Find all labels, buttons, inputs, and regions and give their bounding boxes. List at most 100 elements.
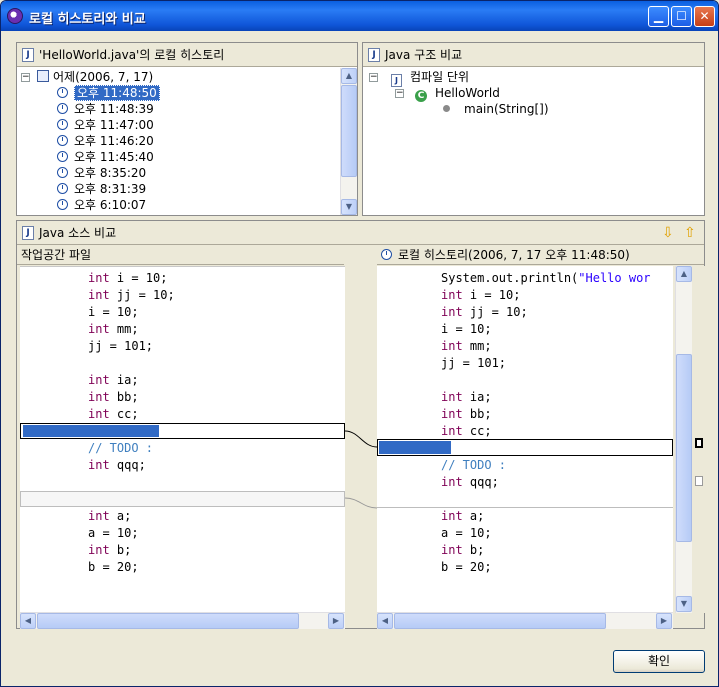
method-node[interactable]: main(String[]) (443, 101, 549, 117)
code-comment: // TODO : (441, 458, 507, 472)
ok-button[interactable]: 확인 (613, 650, 705, 673)
history-entry-2[interactable]: 오후 11:47:00 (57, 117, 154, 133)
collapse-icon[interactable]: − (21, 73, 30, 82)
scroll-thumb[interactable] (676, 354, 692, 542)
history-entry-6[interactable]: 오후 8:31:39 (57, 181, 146, 197)
scroll-down-icon[interactable]: ▼ (341, 199, 357, 215)
clock-icon (57, 199, 68, 210)
code-line: int ia; (88, 373, 139, 387)
scroll-up-icon[interactable]: ▲ (676, 266, 692, 282)
scroll-right-icon[interactable]: ▶ (328, 613, 344, 629)
code-line: int i = 10; (88, 271, 168, 285)
history-entry-label: 오후 11:46:20 (74, 134, 154, 148)
compilation-unit-label: 컴파일 단위 (410, 70, 470, 84)
scroll-thumb[interactable] (394, 613, 606, 629)
scroll-down-icon[interactable]: ▼ (676, 596, 692, 612)
code-line: int jj = 10; (88, 288, 175, 302)
history-panel: J 'HelloWorld.java'의 로컬 히스토리 − 어제(2006, … (16, 42, 358, 216)
history-entry-3[interactable]: 오후 11:46:20 (57, 133, 154, 149)
scroll-right-icon[interactable]: ▶ (656, 613, 672, 629)
title-bar[interactable]: 로컬 히스토리와 비교 ▁ ☐ ✕ (1, 1, 718, 31)
scroll-left-icon[interactable]: ◀ (377, 613, 393, 629)
calendar-icon (37, 70, 49, 82)
diff-highlight (379, 441, 451, 454)
clock-icon (57, 119, 68, 130)
clock-icon (57, 135, 68, 146)
history-entry-label: 오후 11:45:40 (74, 150, 154, 164)
source-panel-header: J Java 소스 비교 ⇩ ⇧ (17, 221, 704, 245)
history-entry-7[interactable]: 오후 6:10:07 (57, 197, 146, 213)
previous-difference-icon[interactable]: ⇧ (684, 221, 696, 245)
structure-panel-header: J Java 구조 비교 (363, 43, 704, 67)
scroll-up-icon[interactable]: ▲ (341, 68, 357, 84)
maximize-button[interactable]: ☐ (671, 6, 692, 27)
code-line: int b; (441, 543, 485, 557)
right-hscrollbar[interactable]: ◀ ▶ (377, 612, 673, 629)
history-entry-5[interactable]: 오후 8:35:20 (57, 165, 146, 181)
clock-icon (57, 167, 68, 178)
change-marker[interactable] (695, 438, 703, 448)
code-line: int i = 10; (441, 288, 521, 302)
history-entry-label: 오후 8:35:20 (74, 166, 147, 180)
code-line: int jj = 10; (441, 305, 528, 319)
diff-change-block[interactable] (20, 423, 345, 439)
code-line: int mm; (88, 322, 139, 336)
right-vscrollbar[interactable]: ▲ ▼ (675, 266, 692, 613)
code-line: int a; (441, 509, 485, 523)
clock-icon (57, 151, 68, 162)
clock-icon (57, 87, 68, 98)
compare-dialog: 로컬 히스토리와 비교 ▁ ☐ ✕ J 'HelloWorld.java'의 로… (0, 0, 719, 687)
history-entry-label: 오후 8:31:39 (74, 182, 147, 196)
overview-ruler[interactable] (693, 266, 705, 613)
structure-tree[interactable]: − J 컴파일 단위 − C HelloWorld main(String[]) (363, 68, 704, 215)
scroll-thumb[interactable] (341, 85, 357, 177)
code-line: i = 10; (441, 322, 492, 336)
history-entry-4[interactable]: 오후 11:45:40 (57, 149, 154, 165)
code-line: int cc; (441, 424, 492, 438)
history-entry-label: 오후 11:48:50 (74, 85, 160, 101)
code-line: b = 20; (88, 560, 139, 574)
diff-highlight (23, 425, 159, 437)
diff-boundary (377, 507, 673, 508)
history-entry-0[interactable]: 오후 11:48:50 (57, 85, 160, 101)
left-hscrollbar[interactable]: ◀ ▶ (20, 612, 345, 629)
minimize-button[interactable]: ▁ (648, 6, 669, 27)
method-label: main(String[]) (464, 102, 549, 116)
diff-empty-block[interactable] (20, 491, 345, 507)
collapse-icon[interactable]: − (395, 89, 404, 98)
history-group-label: 어제(2006, 7, 17) (53, 70, 154, 84)
scroll-thumb[interactable] (37, 613, 299, 629)
left-code-editor[interactable]: int i = 10; int jj = 10; i = 10; int mm;… (20, 266, 345, 613)
history-tree[interactable]: − 어제(2006, 7, 17) 오후 11:48:50 오후 11:48:3… (17, 68, 357, 215)
code-line: int bb; (441, 407, 492, 421)
compilation-unit-node[interactable]: J 컴파일 단위 (391, 69, 470, 87)
diff-boundary (20, 266, 345, 267)
java-file-icon: J (22, 48, 34, 62)
diff-change-block[interactable] (377, 439, 673, 456)
collapse-icon[interactable]: − (369, 73, 378, 82)
right-code-editor[interactable]: System.out.println("Hello wor int i = 10… (377, 266, 673, 613)
change-marker[interactable] (695, 476, 703, 486)
class-node[interactable]: C HelloWorld (415, 85, 500, 102)
history-entry-label: 오후 11:47:00 (74, 118, 154, 132)
history-entry-label: 오후 11:48:39 (74, 102, 154, 116)
left-pane-title: 작업공간 파일 (21, 248, 92, 262)
code-comment: // TODO : (88, 441, 154, 455)
java-file-icon: J (22, 226, 34, 240)
class-icon: C (415, 90, 427, 102)
code-line: a = 10; (441, 526, 492, 540)
history-entry-1[interactable]: 오후 11:48:39 (57, 101, 154, 117)
java-file-icon: J (391, 74, 402, 87)
code-line: int ia; (441, 390, 492, 404)
scroll-left-icon[interactable]: ◀ (20, 613, 36, 629)
history-vscrollbar[interactable]: ▲ ▼ (340, 68, 357, 215)
history-group[interactable]: 어제(2006, 7, 17) (37, 69, 153, 85)
code-line: int qqq; (88, 458, 146, 472)
structure-panel: J Java 구조 비교 − J 컴파일 단위 − C HelloWorld mai… (362, 42, 705, 216)
next-difference-icon[interactable]: ⇩ (662, 221, 674, 245)
code-line: int cc; (88, 407, 139, 421)
close-button[interactable]: ✕ (694, 6, 715, 27)
history-panel-title: 'HelloWorld.java'의 로컬 히스토리 (39, 48, 225, 62)
source-panel-title: Java 소스 비교 (39, 226, 117, 240)
structure-panel-title: Java 구조 비교 (385, 48, 463, 62)
